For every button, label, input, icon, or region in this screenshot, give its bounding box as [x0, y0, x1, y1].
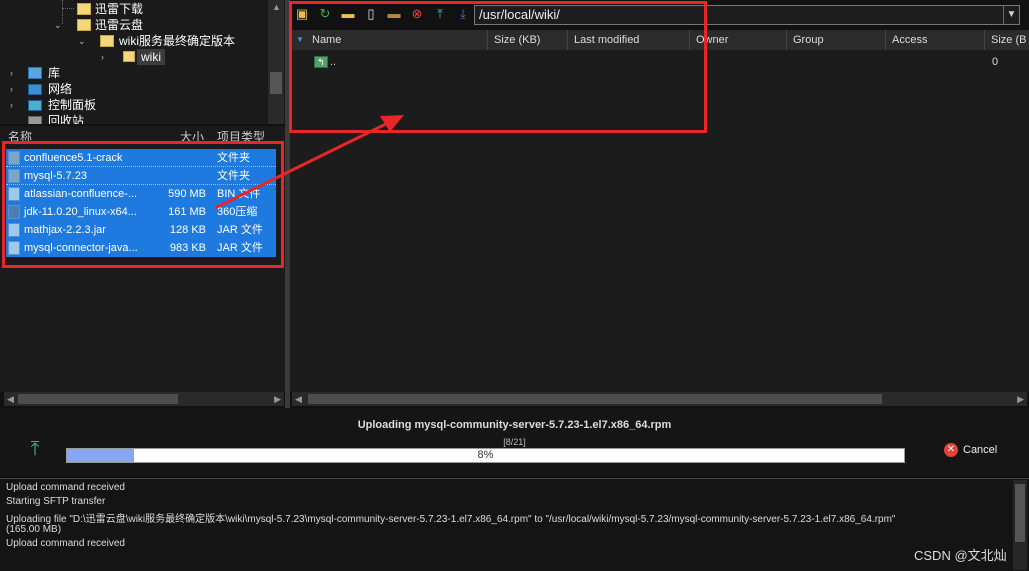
scrollbar-thumb[interactable] — [270, 72, 282, 94]
tree-item-label: 库 — [48, 66, 61, 80]
log-line: Upload command received — [6, 538, 125, 549]
chevron-right-icon[interactable]: › — [10, 101, 18, 110]
tree-item-label: 控制面板 — [48, 98, 97, 112]
transfer-count: [8/21] — [503, 437, 526, 447]
tree-item-label: 网络 — [48, 82, 73, 96]
scroll-left-icon[interactable]: ◀ — [7, 392, 14, 406]
log-scrollbar[interactable] — [1013, 480, 1027, 570]
scrollbar-thumb[interactable] — [18, 394, 178, 404]
chevron-right-icon[interactable]: › — [10, 69, 18, 78]
column-group[interactable]: Group — [787, 30, 886, 50]
log-line: (165.00 MB) — [6, 524, 62, 535]
tree-guide — [62, 0, 63, 24]
transfer-title: Uploading mysql-community-server-5.7.23-… — [357, 419, 672, 431]
network-icon — [28, 84, 42, 95]
chevron-down-icon[interactable]: ⌄ — [78, 37, 86, 46]
cancel-label: Cancel — [963, 444, 998, 456]
local-list-scrollbar[interactable]: ◀ ▶ — [4, 392, 284, 406]
chevron-down-icon[interactable]: ▼ — [1003, 6, 1019, 24]
tree-item-label: 回收站 — [48, 114, 85, 124]
tree-item-label: wiki服务最终确定版本 — [119, 34, 235, 48]
log-line: Starting SFTP transfer — [6, 496, 106, 507]
control-panel-icon — [28, 100, 42, 111]
remote-list-scrollbar[interactable]: ◀ ▶ — [292, 392, 1027, 406]
tree-item-label: wiki — [137, 49, 165, 65]
column-size-b[interactable]: Size (B — [985, 30, 1029, 50]
log-panel[interactable]: Upload command received Starting SFTP tr… — [0, 478, 1029, 571]
log-line: Upload command received — [6, 482, 125, 493]
folder-icon — [100, 35, 114, 47]
scroll-right-icon[interactable]: ▶ — [274, 392, 281, 406]
tree-item-label: 迅雷下载 — [95, 2, 144, 16]
chevron-down-icon[interactable]: ⌄ — [54, 21, 62, 30]
folder-icon — [77, 3, 91, 15]
folder-tree[interactable]: 迅雷下载 ⌄ 迅雷云盘 ⌄ wiki服务最终确定版本 › wiki › 库 › … — [0, 0, 285, 124]
library-icon — [28, 67, 42, 79]
folder-icon — [123, 51, 135, 62]
scroll-left-icon[interactable]: ◀ — [295, 392, 302, 406]
tree-item-label: 迅雷云盘 — [95, 18, 144, 32]
chevron-right-icon[interactable]: › — [101, 53, 109, 62]
tree-guide — [62, 8, 74, 9]
close-icon: ✕ — [944, 443, 958, 458]
cancel-button[interactable]: ✕ Cancel — [944, 442, 997, 458]
tree-scrollbar[interactable]: ▲ — [268, 0, 284, 124]
column-access[interactable]: Access — [886, 30, 985, 50]
log-line: Uploading file "D:\迅雷云盘\wiki服务最终确定版本\wik… — [6, 514, 896, 525]
progress-percent: 8% — [477, 449, 494, 461]
folder-icon — [77, 19, 91, 31]
scroll-up-icon[interactable]: ▲ — [272, 2, 281, 12]
watermark: CSDN @文北灿 — [914, 548, 1007, 563]
local-list-header: 名称 大小 项目类型 — [0, 126, 285, 144]
scrollbar-thumb[interactable] — [308, 394, 882, 404]
chevron-right-icon[interactable]: › — [10, 85, 18, 94]
highlight-box-remote — [289, 1, 707, 133]
file-size: 0 — [992, 56, 999, 68]
scroll-right-icon[interactable]: ▶ — [1017, 392, 1024, 406]
scrollbar-thumb[interactable] — [1015, 484, 1025, 542]
highlight-box-local — [2, 141, 284, 268]
recycle-bin-icon — [28, 116, 42, 124]
progress-bar: 8% — [66, 448, 905, 463]
